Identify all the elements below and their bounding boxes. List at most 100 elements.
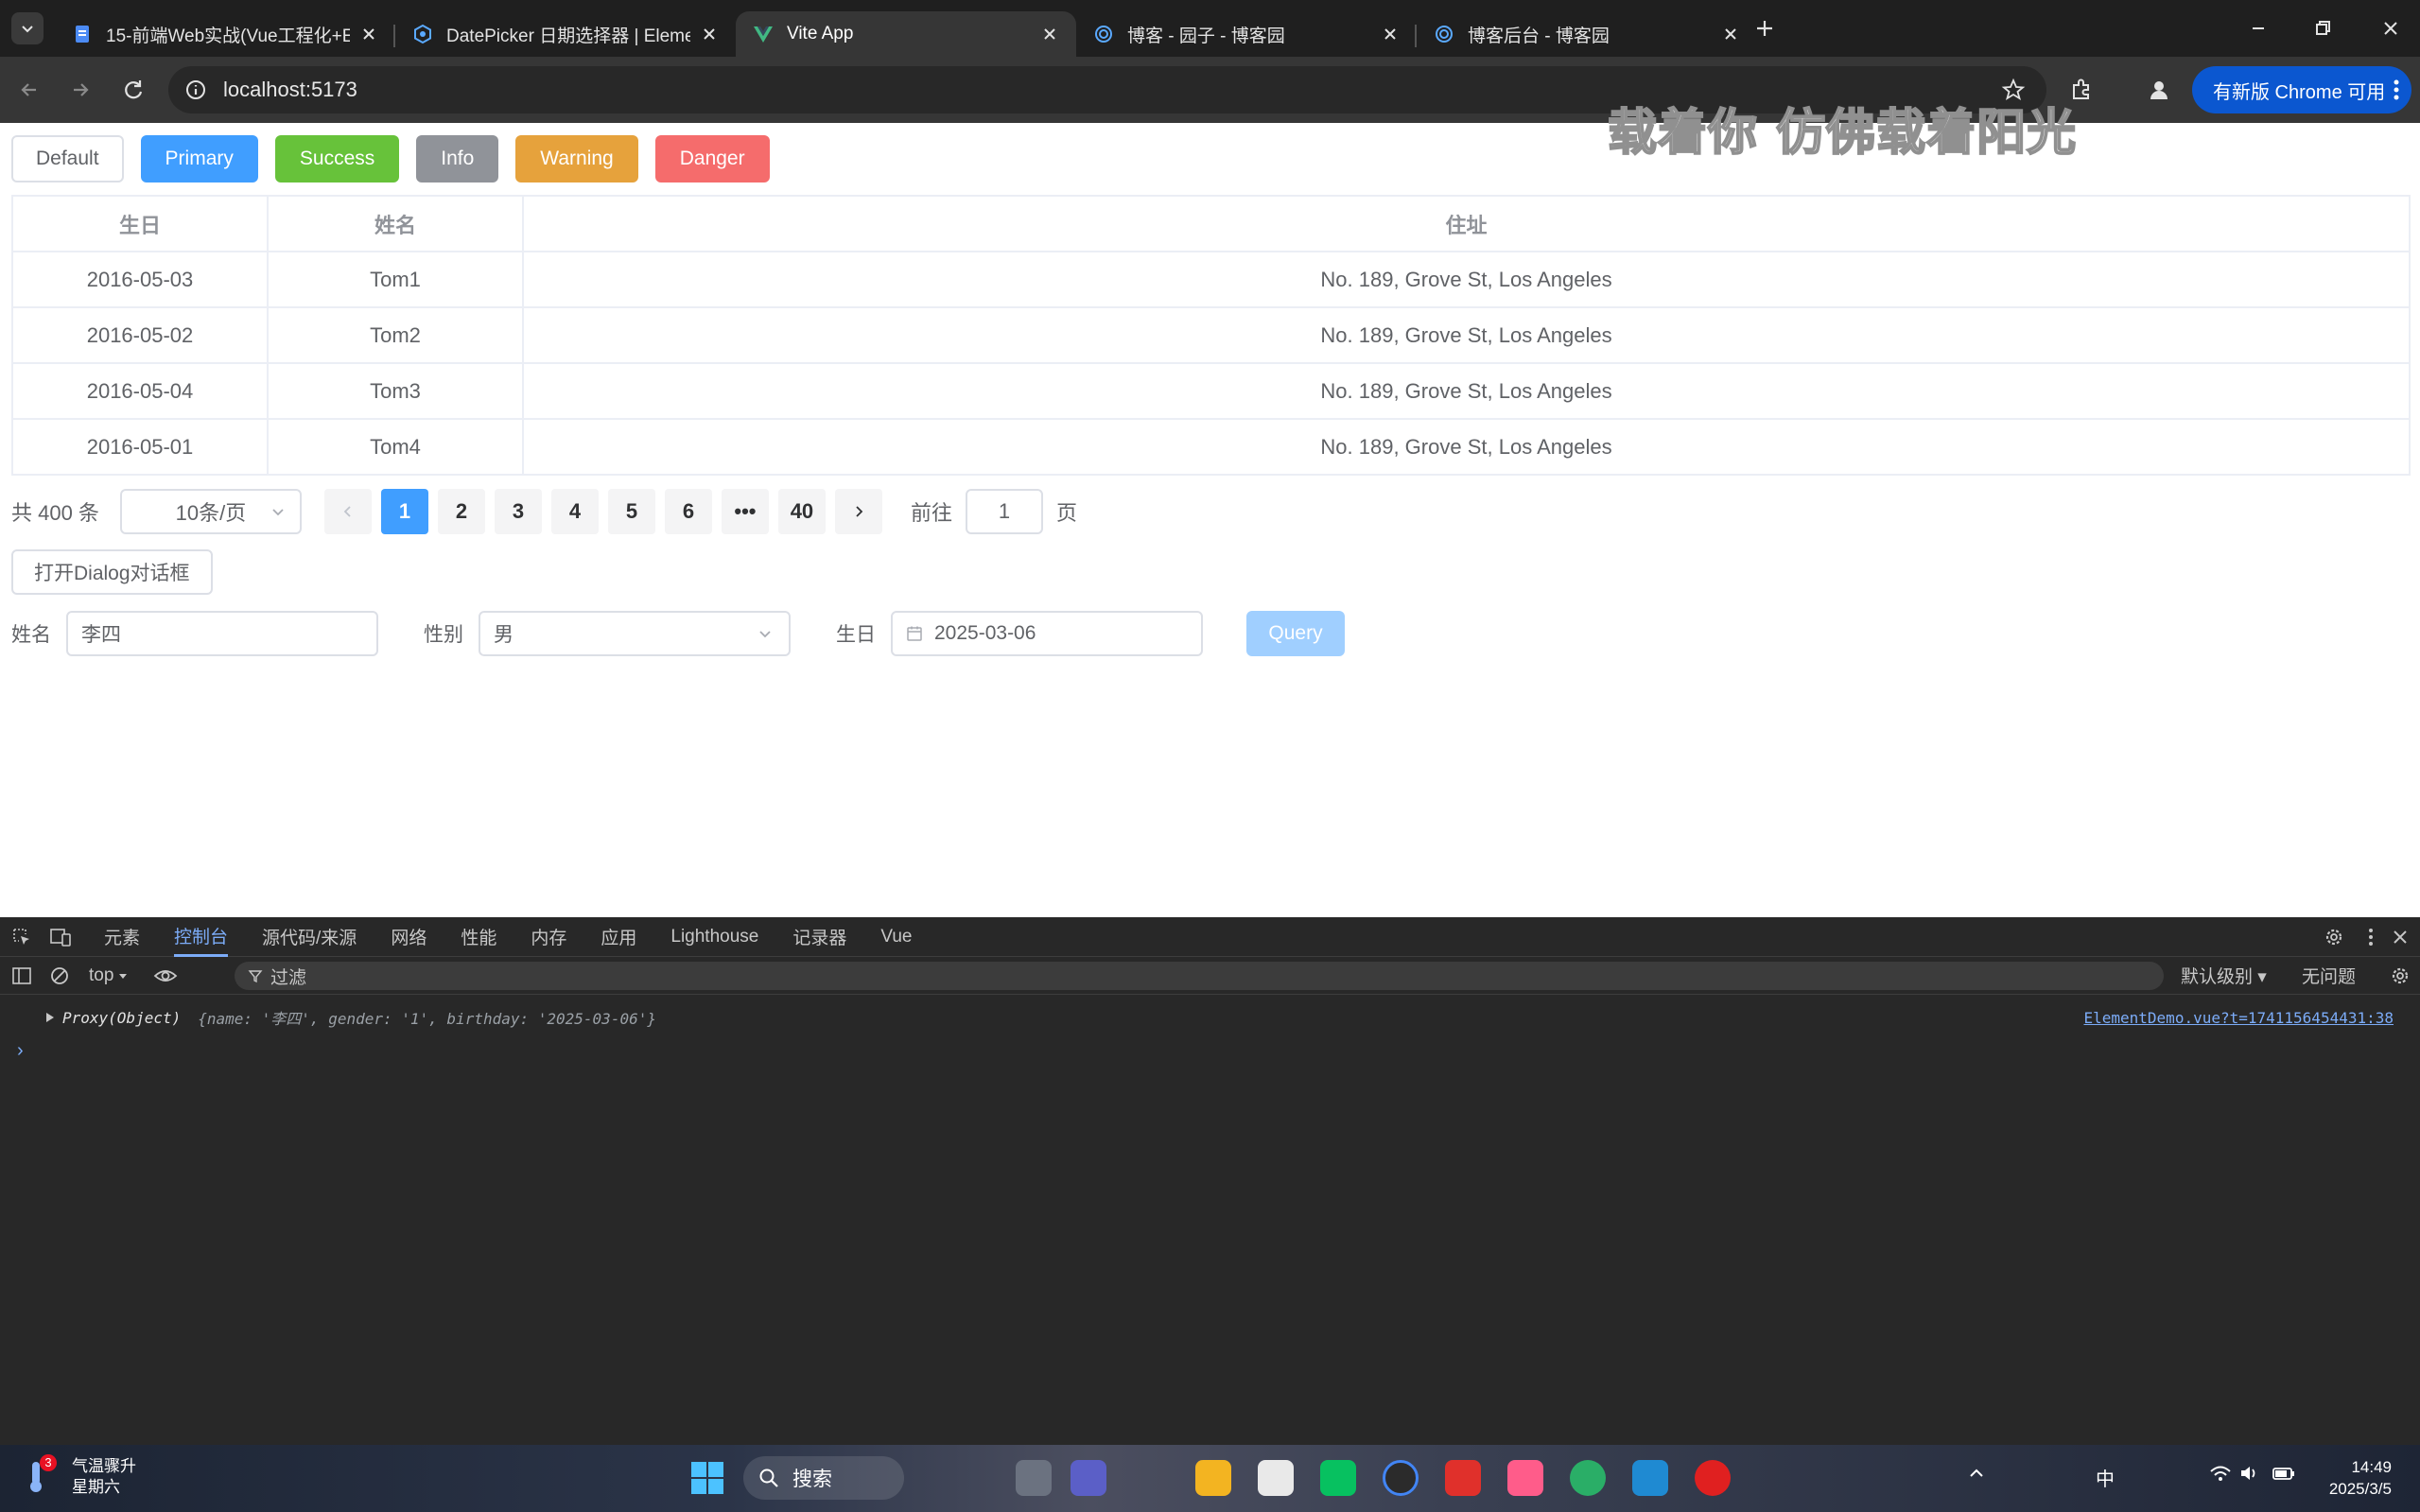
devtools-tab-sources[interactable]: 源代码/来源 bbox=[262, 917, 357, 957]
next-page-button[interactable] bbox=[834, 489, 882, 534]
window-close-icon[interactable] bbox=[2377, 15, 2404, 42]
open-dialog-button[interactable]: 打开Dialog对话框 bbox=[11, 549, 213, 595]
browser-tab[interactable]: 博客后台 - 博客园 bbox=[1417, 11, 1757, 57]
console-prompt-icon[interactable]: › bbox=[17, 1040, 24, 1062]
devtools-tab-console[interactable]: 控制台 bbox=[174, 917, 229, 957]
file-explorer-icon[interactable] bbox=[1195, 1460, 1231, 1496]
page-button-5[interactable]: 5 bbox=[607, 489, 655, 534]
query-button[interactable]: Query bbox=[1246, 611, 1345, 656]
close-icon[interactable] bbox=[1721, 25, 1740, 43]
eye-icon[interactable] bbox=[153, 965, 178, 986]
devtools-tab-network[interactable]: 网络 bbox=[391, 917, 427, 957]
page-ellipsis-button[interactable]: ••• bbox=[721, 489, 769, 534]
page-button-1[interactable]: 1 bbox=[380, 489, 428, 534]
battery-icon[interactable] bbox=[2272, 1464, 2296, 1483]
log-level-select[interactable]: 默认级别 ▾ bbox=[2181, 963, 2267, 988]
chrome-icon[interactable] bbox=[1383, 1460, 1419, 1496]
browser-tab[interactable]: DatePicker 日期选择器 | Eleme bbox=[395, 11, 736, 57]
chat-app-icon[interactable] bbox=[1320, 1460, 1356, 1496]
device-toolbar-icon[interactable] bbox=[49, 927, 72, 947]
taskbar-app-icon[interactable] bbox=[1016, 1460, 1052, 1496]
wechat-icon[interactable] bbox=[1570, 1460, 1606, 1496]
back-arrow-icon[interactable] bbox=[15, 76, 44, 104]
store-icon[interactable] bbox=[1258, 1460, 1294, 1496]
devtools-tab-application[interactable]: 应用 bbox=[601, 917, 636, 957]
chrome-update-chip[interactable]: 有新版 Chrome 可用 bbox=[2192, 66, 2411, 113]
issues-button[interactable]: 无问题 bbox=[2302, 963, 2356, 988]
browser-tab-active[interactable]: Vite App bbox=[736, 11, 1076, 57]
taskbar-clock[interactable]: 14:49 2025/3/5 bbox=[2329, 1456, 2392, 1500]
table-row[interactable]: 2016-05-01 Tom4 No. 189, Grove St, Los A… bbox=[12, 419, 2411, 476]
console-log-entry[interactable]: Proxy(Object) {name: '李四', gender: '1', … bbox=[0, 1000, 2420, 1034]
devtools-tab-vue[interactable]: Vue bbox=[880, 917, 912, 957]
warning-button[interactable]: Warning bbox=[515, 135, 638, 182]
close-devtools-icon[interactable] bbox=[2390, 927, 2411, 947]
page-button-2[interactable]: 2 bbox=[437, 489, 485, 534]
weather-widget[interactable]: 3 气温骤升 星期六 bbox=[26, 1454, 136, 1498]
close-icon[interactable] bbox=[359, 25, 378, 43]
table-row[interactable]: 2016-05-04 Tom3 No. 189, Grove St, Los A… bbox=[12, 363, 2411, 420]
devtools-tab-elements[interactable]: 元素 bbox=[104, 917, 140, 957]
close-icon[interactable] bbox=[1040, 25, 1059, 43]
devtools-tab-performance[interactable]: 性能 bbox=[461, 917, 496, 957]
chevron-up-icon[interactable] bbox=[1967, 1464, 1986, 1483]
netease-music-icon[interactable] bbox=[1695, 1460, 1731, 1496]
windows-start-icon[interactable] bbox=[690, 1461, 724, 1495]
console-filter-input[interactable]: 过滤 bbox=[235, 962, 2164, 990]
wps-icon[interactable] bbox=[1445, 1460, 1481, 1496]
name-input[interactable]: 李四 bbox=[66, 611, 378, 656]
devtools-tab-memory[interactable]: 内存 bbox=[531, 917, 566, 957]
success-button[interactable]: Success bbox=[274, 135, 400, 182]
column-header-name[interactable]: 姓名 bbox=[268, 196, 524, 252]
settings-gear-icon[interactable] bbox=[2324, 927, 2344, 947]
console-settings-icon[interactable] bbox=[2390, 965, 2411, 986]
browser-tab[interactable]: 博客 - 园子 - 博客园 bbox=[1076, 11, 1417, 57]
more-vertical-icon[interactable] bbox=[2367, 927, 2375, 947]
goto-page-input[interactable]: 1 bbox=[965, 489, 1043, 534]
profile-avatar-icon[interactable] bbox=[2145, 76, 2173, 104]
volume-icon[interactable] bbox=[2239, 1464, 2260, 1483]
column-header-birthday[interactable]: 生日 bbox=[12, 196, 269, 252]
close-icon[interactable] bbox=[700, 25, 719, 43]
taskbar-search-box[interactable]: 搜索 bbox=[743, 1456, 904, 1500]
info-button[interactable]: Info bbox=[416, 135, 499, 182]
prev-page-button[interactable] bbox=[323, 489, 372, 534]
birthday-date-picker[interactable]: 2025-03-06 bbox=[891, 611, 1203, 656]
more-vertical-icon[interactable] bbox=[2393, 78, 2400, 101]
ime-indicator[interactable]: 中 bbox=[2096, 1464, 2115, 1491]
close-icon[interactable] bbox=[1381, 25, 1400, 43]
page-button-3[interactable]: 3 bbox=[494, 489, 542, 534]
sidebar-toggle-icon[interactable] bbox=[11, 965, 32, 986]
console-source-link[interactable]: ElementDemo.vue?t=1741156454431:38 bbox=[2083, 1009, 2394, 1027]
forward-arrow-icon[interactable] bbox=[66, 76, 95, 104]
table-row[interactable]: 2016-05-02 Tom2 No. 189, Grove St, Los A… bbox=[12, 307, 2411, 364]
gender-select[interactable]: 男 bbox=[479, 611, 791, 656]
page-button-6[interactable]: 6 bbox=[664, 489, 712, 534]
default-button[interactable]: Default bbox=[11, 135, 124, 182]
reload-icon[interactable] bbox=[119, 76, 148, 104]
tab-search-button[interactable] bbox=[11, 12, 44, 44]
wifi-icon[interactable] bbox=[2209, 1464, 2232, 1483]
devtools-tab-recorder[interactable]: 记录器 bbox=[792, 917, 846, 957]
primary-button[interactable]: Primary bbox=[140, 135, 258, 182]
danger-button[interactable]: Danger bbox=[654, 135, 770, 182]
minimize-icon[interactable] bbox=[2245, 15, 2272, 42]
column-header-address[interactable]: 住址 bbox=[523, 196, 2411, 252]
vscode-icon[interactable] bbox=[1632, 1460, 1668, 1496]
page-size-select[interactable]: 10条/页 bbox=[119, 489, 302, 534]
restore-icon[interactable] bbox=[2309, 15, 2336, 42]
page-button-40[interactable]: 40 bbox=[777, 489, 826, 534]
search-icon bbox=[758, 1468, 779, 1488]
devtools-tab-lighthouse[interactable]: Lighthouse bbox=[670, 917, 758, 957]
browser-tab[interactable]: 15-前端Web实战(Vue工程化+E bbox=[55, 11, 395, 57]
media-app-icon[interactable] bbox=[1507, 1460, 1543, 1496]
page-button-4[interactable]: 4 bbox=[550, 489, 599, 534]
context-select[interactable]: top bbox=[89, 965, 113, 986]
table-row[interactable]: 2016-05-03 Tom1 No. 189, Grove St, Los A… bbox=[12, 252, 2411, 308]
expand-triangle-icon[interactable] bbox=[45, 1012, 55, 1023]
inspect-element-icon[interactable] bbox=[11, 927, 32, 947]
plus-icon[interactable] bbox=[1751, 15, 1778, 42]
teams-icon[interactable] bbox=[1071, 1460, 1106, 1496]
clear-console-icon[interactable] bbox=[49, 965, 70, 986]
site-info-icon[interactable] bbox=[185, 79, 206, 100]
